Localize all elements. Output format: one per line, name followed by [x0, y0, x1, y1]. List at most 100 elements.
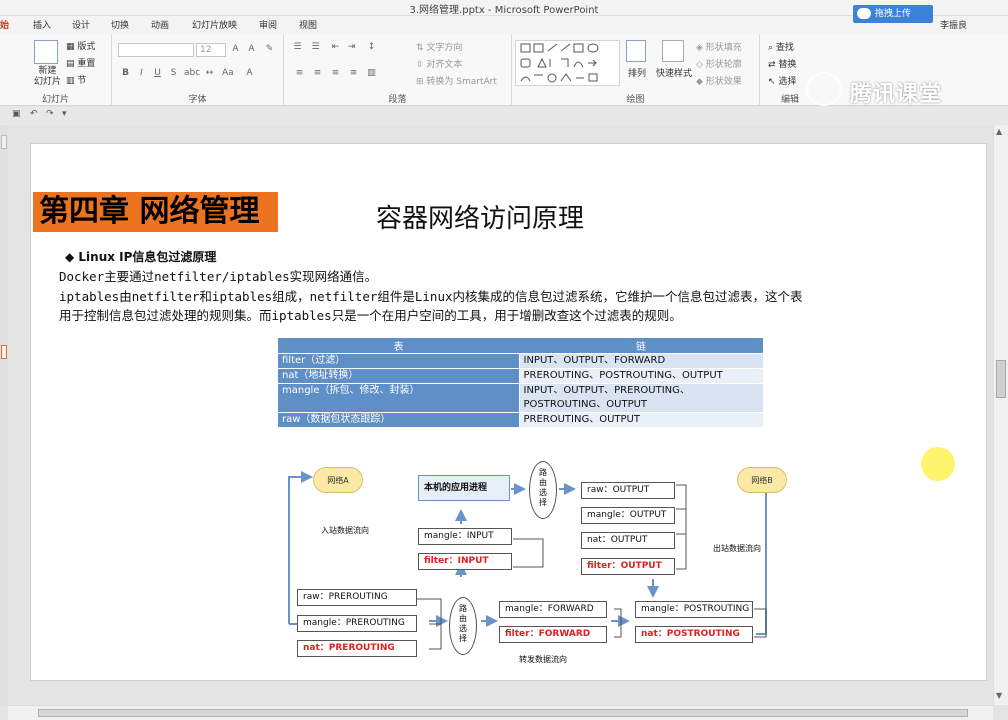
vertical-scrollbar[interactable]: ▲ ▼	[993, 125, 1008, 705]
underline-icon[interactable]: U	[152, 68, 163, 79]
netfilter-flow-diagram: 网络A 网络B 入站数据流向 出站数据流向 转发数据流向 本机的应用进程 路由选…	[281, 449, 821, 679]
new-slide-button[interactable]: 新建 幻灯片	[34, 66, 61, 88]
tab-view[interactable]: 视图	[299, 18, 317, 31]
clear-format-icon[interactable]: ✎	[264, 44, 275, 55]
shapes-gallery[interactable]	[515, 40, 620, 86]
network-b-cloud: 网络B	[737, 467, 787, 493]
bullets-icon[interactable]: ☰	[292, 42, 303, 53]
undo-icon[interactable]: ↶	[30, 109, 38, 119]
nat-output-box: nat：OUTPUT	[581, 532, 675, 549]
grow-font-icon[interactable]: A	[230, 44, 241, 55]
routing-ellipse-bottom: 路由选择	[449, 597, 477, 655]
align-center-icon[interactable]: ≡	[312, 68, 323, 79]
find-button[interactable]: ⌕ 查找	[768, 40, 794, 53]
table-cell: INPUT、OUTPUT、PREROUTING、 POSTROUTING、OUT…	[518, 383, 763, 413]
body-line-3: 用于控制信息包过滤处理的规则集。而iptables只是一个在用户空间的工具，用于…	[59, 308, 682, 323]
font-color-icon[interactable]: A	[244, 68, 255, 79]
customize-icon[interactable]: ▾	[62, 109, 67, 119]
table-header-table: 表	[278, 338, 519, 354]
replace-button[interactable]: ⇄ 替换	[768, 57, 796, 70]
watermark-logo	[806, 72, 842, 106]
mangle-postrouting-box: mangle：POSTROUTING	[635, 601, 753, 618]
numbering-icon[interactable]: ☰	[310, 42, 321, 53]
quick-styles-icon	[662, 40, 684, 62]
new-slide-icon	[34, 40, 58, 64]
decrease-indent-icon[interactable]: ⇤	[330, 42, 341, 53]
raw-output-box: raw：OUTPUT	[581, 482, 675, 499]
chapter-banner: 第四章 网络管理	[33, 192, 278, 232]
tab-home[interactable]: 始	[0, 18, 9, 31]
replace-label: 替换	[778, 60, 797, 70]
slide-title: 容器网络访问原理	[376, 204, 585, 234]
select-button[interactable]: ↖ 选择	[768, 74, 796, 87]
align-text-button[interactable]: ⇳ 对齐文本	[416, 57, 462, 70]
shape-fill-label: 形状填充	[705, 43, 742, 53]
user-name[interactable]: 李振良	[940, 18, 967, 31]
horizontal-scrollbar[interactable]	[8, 705, 993, 720]
align-left-icon[interactable]: ≡	[294, 68, 305, 79]
line-spacing-icon[interactable]: ↕	[366, 42, 377, 53]
save-icon[interactable]: ▣	[12, 109, 21, 119]
text-direction-label: 文字方向	[426, 43, 463, 53]
nat-prerouting-box: nat：PREROUTING	[297, 640, 417, 657]
section-button[interactable]: ▥ 节	[66, 73, 86, 86]
char-spacing-icon[interactable]: ↔	[204, 68, 215, 79]
group-label-font: 字体	[188, 95, 207, 105]
network-a-cloud: 网络A	[313, 467, 363, 493]
shapes-gallery-icons	[520, 43, 599, 83]
tab-insert[interactable]: 插入	[33, 18, 51, 31]
layout-button[interactable]: ▦ 版式	[66, 39, 95, 52]
cloud-upload-button[interactable]: 拖拽上传	[853, 5, 933, 23]
smartart-button[interactable]: ⊞ 转换为 SmartArt	[416, 74, 497, 87]
thumb-marker[interactable]	[1, 135, 7, 149]
increase-indent-icon[interactable]: ⇥	[346, 42, 357, 53]
tab-slideshow[interactable]: 幻灯片放映	[192, 18, 237, 31]
shape-outline-button[interactable]: ◇ 形状轮廓	[696, 57, 742, 70]
table-row: nat（地址转换） PREROUTING、POSTROUTING、OUTPUT	[278, 368, 763, 384]
mangle-forward-box: mangle：FORWARD	[499, 601, 607, 618]
table-row: raw（数据包状态跟踪） PREROUTING、OUTPUT	[278, 412, 763, 427]
slide-panel-strip[interactable]	[0, 125, 8, 705]
tab-transitions[interactable]: 切换	[111, 18, 129, 31]
redo-icon[interactable]: ↷	[46, 109, 54, 119]
tab-review[interactable]: 审阅	[259, 18, 277, 31]
group-drawing: 排列 快速样式 ◈ 形状填充 ◇ 形状轮廓 ◆ 形状效果 绘图	[512, 34, 760, 106]
thumb-marker-active[interactable]	[1, 345, 7, 359]
filter-forward-box: filter：FORWARD	[499, 626, 607, 643]
group-label-drawing: 绘图	[626, 95, 645, 105]
group-label-paragraph: 段落	[388, 95, 407, 105]
align-right-icon[interactable]: ≡	[330, 68, 341, 79]
text-direction-button[interactable]: ⇅ 文字方向	[416, 40, 462, 53]
filter-input-box: filter：INPUT	[418, 553, 512, 570]
font-size-combo[interactable]: 12	[196, 43, 226, 57]
quick-styles-button[interactable]: 快速样式	[656, 66, 692, 79]
horizontal-scroll-thumb[interactable]	[38, 709, 968, 717]
table-row: filter（过滤） INPUT、OUTPUT、FORWARD	[278, 353, 763, 369]
smartart-label: 转换为 SmartArt	[426, 77, 497, 87]
italic-icon[interactable]: I	[136, 68, 147, 79]
slide-canvas[interactable]: 第四章 网络管理 容器网络访问原理 ◆ Linux IP信息包过滤原理 Dock…	[30, 143, 987, 681]
shadow-icon[interactable]: S	[168, 68, 179, 79]
body-line-2: iptables由netfilter和iptables组成，netfilter组…	[59, 289, 803, 304]
font-name-combo[interactable]	[118, 43, 194, 57]
arrange-button[interactable]: 排列	[628, 66, 646, 79]
mangle-prerouting-box: mangle：PREROUTING	[297, 615, 417, 632]
shape-fill-button[interactable]: ◈ 形状填充	[696, 40, 742, 53]
reset-button[interactable]: ▤ 重置	[66, 56, 95, 69]
tab-design[interactable]: 设计	[72, 18, 90, 31]
columns-icon[interactable]: ▥	[366, 68, 377, 79]
justify-icon[interactable]: ≡	[348, 68, 359, 79]
shrink-font-icon[interactable]: A	[246, 44, 257, 55]
vertical-scroll-thumb[interactable]	[996, 360, 1006, 398]
bold-icon[interactable]: B	[120, 68, 131, 79]
bullet-heading: ◆ Linux IP信息包过滤原理	[65, 250, 217, 264]
strikethrough-icon[interactable]: abc	[184, 68, 200, 79]
scroll-up-icon[interactable]: ▲	[996, 127, 1002, 136]
mangle-output-box: mangle：OUTPUT	[581, 507, 675, 524]
shape-effects-button[interactable]: ◆ 形状效果	[696, 74, 742, 87]
mouse-cursor-highlight	[921, 447, 955, 481]
change-case-icon[interactable]: Aa	[222, 68, 234, 79]
quick-access-bar: ▣ ↶ ↷ ▾	[0, 107, 1008, 125]
scroll-down-icon[interactable]: ▼	[996, 691, 1002, 700]
tab-animations[interactable]: 动画	[151, 18, 169, 31]
